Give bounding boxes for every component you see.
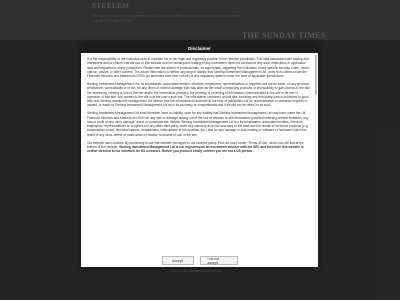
disclaimer-dialog: Disclaimer It is the responsibility of t… — [81, 43, 318, 267]
disclaimer-paragraph: It is the responsibility of the individu… — [87, 57, 311, 79]
dialog-title: Disclaimer — [188, 45, 211, 51]
disclaimer-paragraph: Sterling Investment Management Ltd, its … — [87, 81, 311, 108]
scrollbar-thumb[interactable] — [315, 55, 317, 95]
disclaimer-paragraph: Sterling Investment Management Ltd shall… — [87, 111, 309, 137]
accept-button[interactable]: Accept — [161, 256, 194, 265]
decline-button[interactable]: I do not accept — [199, 256, 238, 265]
dialog-header: Disclaimer — [81, 43, 318, 53]
dialog-body[interactable]: It is the responsibility of the individu… — [87, 57, 312, 237]
dialog-button-row: Accept I do not accept — [81, 256, 318, 265]
dialog-scrollbar[interactable] — [315, 55, 317, 240]
us-investor-notice: Sterling Investment Management Ltd is no… — [87, 144, 304, 154]
disclaimer-paragraph: Our website uses cookies. By continuing … — [87, 141, 312, 154]
